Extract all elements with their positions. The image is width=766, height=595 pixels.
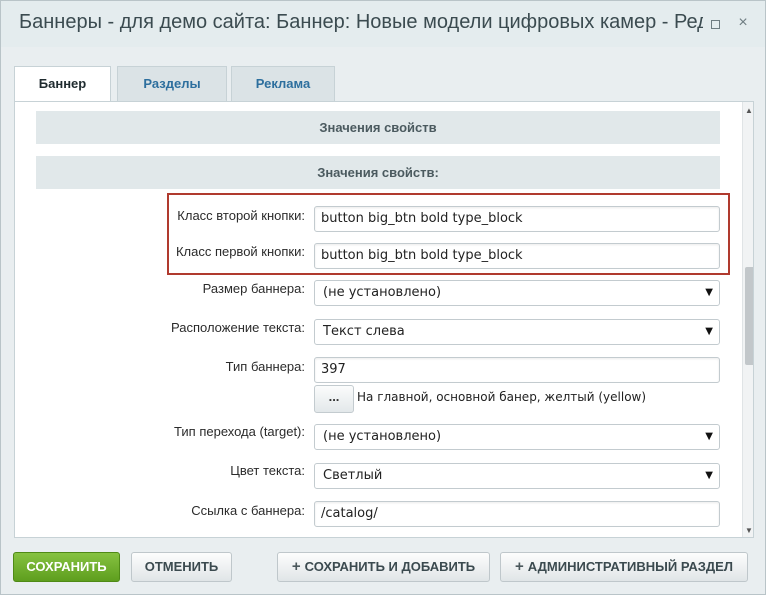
scrollbar-thumb[interactable] xyxy=(745,267,753,365)
plus-icon: + xyxy=(515,558,524,575)
text-color-value: Светлый xyxy=(323,468,383,483)
link-target-select[interactable]: (не установлено) ▼ xyxy=(314,424,720,450)
save-button[interactable]: СОХРАНИТЬ xyxy=(13,552,120,582)
link-target-value: (не установлено) xyxy=(323,429,442,444)
label-second-button-class: Класс второй кнопки: xyxy=(177,208,305,223)
form-panel: Значения свойств Значения свойств: Класс… xyxy=(14,101,754,538)
vertical-scrollbar[interactable]: ▲ ▼ xyxy=(742,102,753,537)
tab-banner[interactable]: Баннер xyxy=(14,66,111,103)
title-bar[interactable]: Баннеры - для демо сайта: Баннер: Новые … xyxy=(1,1,765,47)
window-title: Баннеры - для демо сайта: Баннер: Новые … xyxy=(19,11,703,33)
label-text-color: Цвет текста: xyxy=(230,463,305,478)
text-position-value: Текст слева xyxy=(323,324,405,339)
close-icon[interactable]: × xyxy=(734,14,752,32)
tab-advertising[interactable]: Реклама xyxy=(231,66,335,102)
plus-icon: + xyxy=(291,558,301,575)
first-button-class-input[interactable]: button big_btn bold type_block xyxy=(314,243,720,269)
label-banner-link: Ссылка с баннера: xyxy=(191,503,305,518)
dropdown-arrow-icon: ▼ xyxy=(705,287,713,298)
second-button-class-input[interactable]: button big_btn bold type_block xyxy=(314,206,720,232)
section-header-properties: Значения свойств xyxy=(36,111,720,144)
save-and-add-label: СОХРАНИТЬ И ДОБАВИТЬ xyxy=(304,559,476,574)
scroll-down-icon[interactable]: ▼ xyxy=(745,526,753,535)
admin-section-button[interactable]: + АДМИНИСТРАТИВНЫЙ РАЗДЕЛ xyxy=(500,552,748,582)
text-color-select[interactable]: Светлый ▼ xyxy=(314,463,720,489)
dialog-window: Баннеры - для демо сайта: Баннер: Новые … xyxy=(0,0,766,595)
admin-section-label: АДМИНИСТРАТИВНЫЙ РАЗДЕЛ xyxy=(527,559,733,574)
cancel-button[interactable]: ОТМЕНИТЬ xyxy=(131,552,232,582)
banner-type-picker-button[interactable]: ... xyxy=(314,385,354,413)
banner-type-note: На главной, основной банер, желтый (yell… xyxy=(357,390,647,404)
text-position-select[interactable]: Текст слева ▼ xyxy=(314,319,720,345)
banner-size-select[interactable]: (не установлено) ▼ xyxy=(314,280,720,306)
label-first-button-class: Класс первой кнопки: xyxy=(175,244,305,259)
section-header-properties-values: Значения свойств: xyxy=(36,156,720,189)
label-banner-size: Размер баннера: xyxy=(202,281,305,296)
maximize-icon[interactable] xyxy=(706,14,724,32)
dropdown-arrow-icon: ▼ xyxy=(705,470,713,481)
banner-size-value: (не установлено) xyxy=(323,285,442,300)
label-banner-type: Тип баннера: xyxy=(225,359,305,374)
label-link-target: Тип перехода (target): xyxy=(174,424,305,439)
label-text-position: Расположение текста: xyxy=(171,320,305,335)
dropdown-arrow-icon: ▼ xyxy=(705,431,713,442)
save-and-add-button[interactable]: + СОХРАНИТЬ И ДОБАВИТЬ xyxy=(277,552,490,582)
dropdown-arrow-icon: ▼ xyxy=(705,326,713,337)
banner-type-input[interactable]: 397 xyxy=(314,357,720,383)
tab-sections[interactable]: Разделы xyxy=(117,66,227,102)
scroll-up-icon[interactable]: ▲ xyxy=(745,106,753,115)
banner-link-input[interactable]: /catalog/ xyxy=(314,501,720,527)
